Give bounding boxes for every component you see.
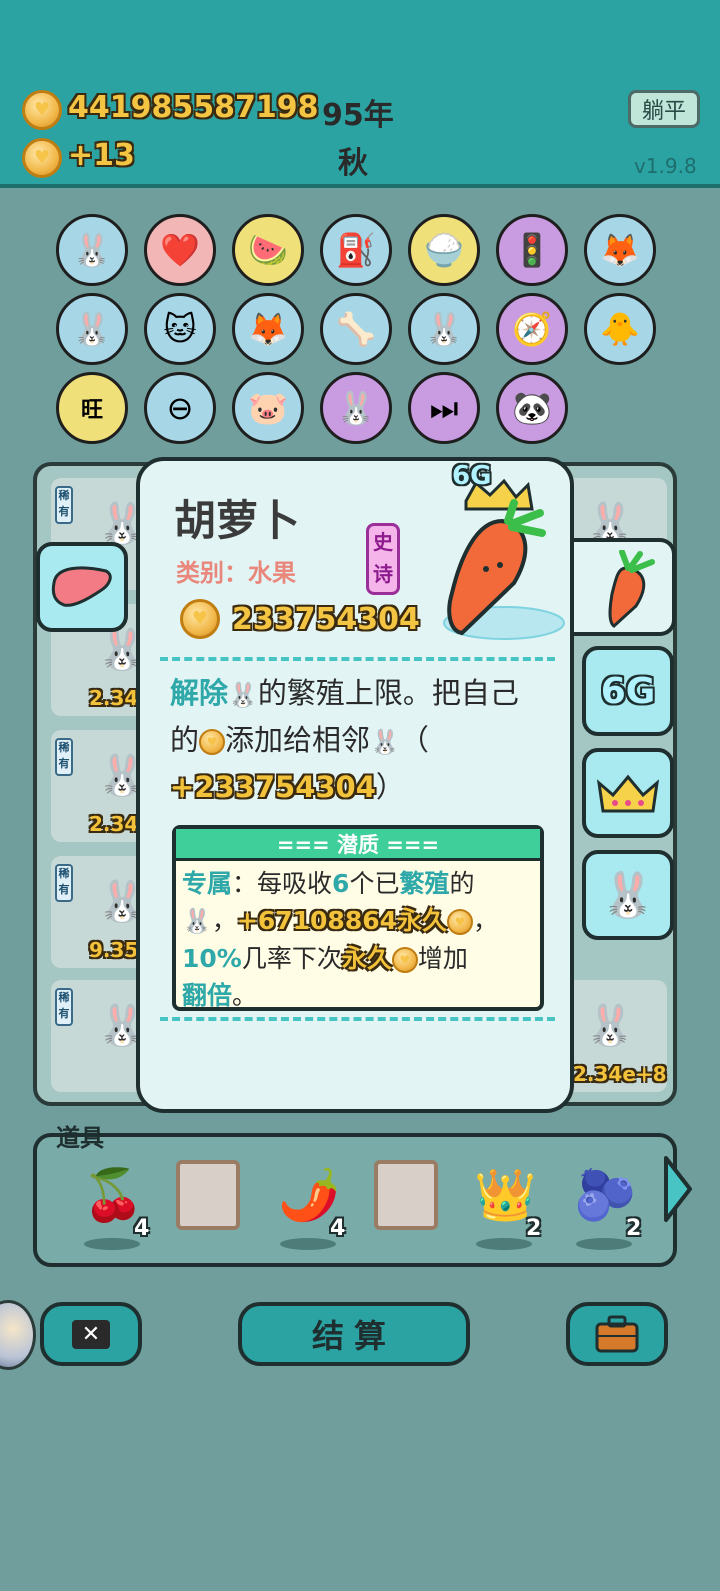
rare-badge: 稀有 [55,486,73,524]
coin-icon: ♥ [447,909,474,935]
item-slot-empty-slot[interactable] [370,1158,450,1248]
item-shadow [84,1238,140,1250]
item-value-row: ♥ 233754304 [180,599,420,639]
upgrade-twin-bunnies-icon[interactable]: 🐰 [320,372,392,444]
upgrade-pump-icon[interactable]: ⛽ [320,214,392,286]
income-rate: +13 [68,138,135,173]
next-arrow-button[interactable] [660,1152,694,1226]
potential-text: 专属：每吸收6个已繁殖的 🐰，+67108864永久 ♥， 10%几率下次永久 ♥ 增… [182,869,499,1010]
year-label: 95年 [322,98,394,133]
coin-icon: ♥ [22,138,62,178]
liver-tab[interactable] [36,542,128,632]
coin-icon: ♥ [391,947,418,973]
settle-button[interactable]: 结算 [238,1302,470,1366]
crown-tab[interactable] [582,748,674,838]
item-count: 4 [134,1216,150,1241]
rare-badge: 稀有 [55,988,73,1026]
items-label: 道具 [56,1124,104,1152]
potential-title: === 潜质 === [176,829,540,861]
crown-icon [596,774,660,813]
coin-icon: ♥ [180,599,220,639]
briefcase-icon [595,1315,639,1353]
item-title: 胡萝卜 [174,496,301,545]
upgrade-fox-pair-icon[interactable]: 🦊 [584,214,656,286]
coin-icon: ♥ [199,729,226,755]
item-detail-card: 胡萝卜 类别：水果 史诗 ♥ 233754304 6G 解除🐰的繁殖上限。把自己… [136,457,574,1113]
upgrade-rice-bowl-icon[interactable]: 🍚 [408,214,480,286]
upgrade-fruit-bowl-icon[interactable]: 🍉 [232,214,304,286]
upgrade-cool-cat-icon[interactable]: 🐱 [144,293,216,365]
item-slot-lychee[interactable]: 🍒 4 [74,1158,154,1250]
bunny-icon: 🐰 [182,907,212,935]
lie-flat-button[interactable]: 躺平 [628,90,700,128]
item-value: 233754304 [232,601,420,637]
upgrade-skip-sign-icon[interactable]: ⏭ [408,372,480,444]
item-shadow [476,1238,532,1250]
settle-label: 结算 [311,1317,396,1355]
upgrade-piggy-bank-icon[interactable]: 🐷 [232,372,304,444]
upgrade-traffic-light-icon[interactable]: 🚦 [496,214,568,286]
item-slot-goji-berry[interactable]: 🌶️ 4 [270,1158,350,1250]
upgrade-minus-sign-icon[interactable]: ⊖ [144,372,216,444]
close-button[interactable]: ✕ [40,1302,142,1366]
upgrade-chick-icon[interactable]: 🐥 [584,293,656,365]
carrot-icon [608,550,655,628]
item-count: 2 [526,1216,542,1241]
backpack-button[interactable] [566,1302,668,1366]
coin-icon: ♥ [22,90,62,130]
six-g-label: 6G [600,670,656,712]
upgrade-bunny-icon[interactable]: 🐰 [408,293,480,365]
item-count: 2 [626,1216,642,1241]
empty-slot-frame [176,1160,240,1230]
upgrade-wang-tiles-icon[interactable]: 旺 [56,372,128,444]
item-slot-crown[interactable]: 👑 2 [466,1158,546,1250]
liver-icon [51,566,112,607]
top-bar: ♥ 441985587198 95年 ♥ +13 秋 躺平 v1.9.8 [0,0,720,188]
divider [160,657,555,661]
item-slot-empty-slot[interactable] [172,1158,252,1248]
item-shadow [280,1238,336,1250]
coin-total: 441985587198 [68,90,319,125]
item-category: 类别：水果 [176,559,296,587]
divider [160,1017,555,1021]
empty-slot-frame [374,1160,438,1230]
cell-value: 2.34e+8 [573,1062,667,1086]
item-description: 解除🐰的繁殖上限。把自己的 ♥ 添加给相邻🐰（ +233754304） [170,676,519,804]
bunny-icon: 🐰 [585,1003,635,1049]
season-label: 秋 [338,146,368,181]
carrot-illustration [443,478,565,640]
six-g-tab[interactable]: 6G [582,646,674,736]
item-shadow [576,1238,632,1250]
carrot-tab[interactable] [574,538,676,636]
rare-badge: 稀有 [55,864,73,902]
six-g-badge: 6G [452,461,492,491]
upgrade-fox-pair-icon[interactable]: 🦊 [232,293,304,365]
upgrade-panda-icon[interactable]: 🐼 [496,372,568,444]
upgrade-bunny-icon[interactable]: 🐰 [56,293,128,365]
rare-badge: 稀有 [55,738,73,776]
upgrade-dog-bowl-icon[interactable]: 🦴 [320,293,392,365]
potential-box: === 潜质 === 专属：每吸收6个已繁殖的 🐰，+67108864永久 ♥， … [172,825,544,1011]
upgrade-twin-bunnies-icon[interactable]: 🐰 [56,214,128,286]
version-label: v1.9.8 [634,154,697,178]
upgrade-compass-icon[interactable]: 🧭 [496,293,568,365]
bunny-tab[interactable]: 🐰 [582,850,674,940]
player-avatar[interactable] [0,1300,36,1370]
rarity-badge: 史诗 [366,523,400,595]
bunny-icon: 🐰 [600,870,656,921]
bunny-icon: 🐰 [370,728,400,756]
bunny-icon: 🐰 [228,681,258,709]
close-icon: ✕ [71,1319,111,1349]
item-count: 4 [330,1216,346,1241]
upgrade-heart-cauldron-icon[interactable]: ❤️ [144,214,216,286]
item-slot-blueberry[interactable]: 🫐 2 [566,1158,646,1250]
